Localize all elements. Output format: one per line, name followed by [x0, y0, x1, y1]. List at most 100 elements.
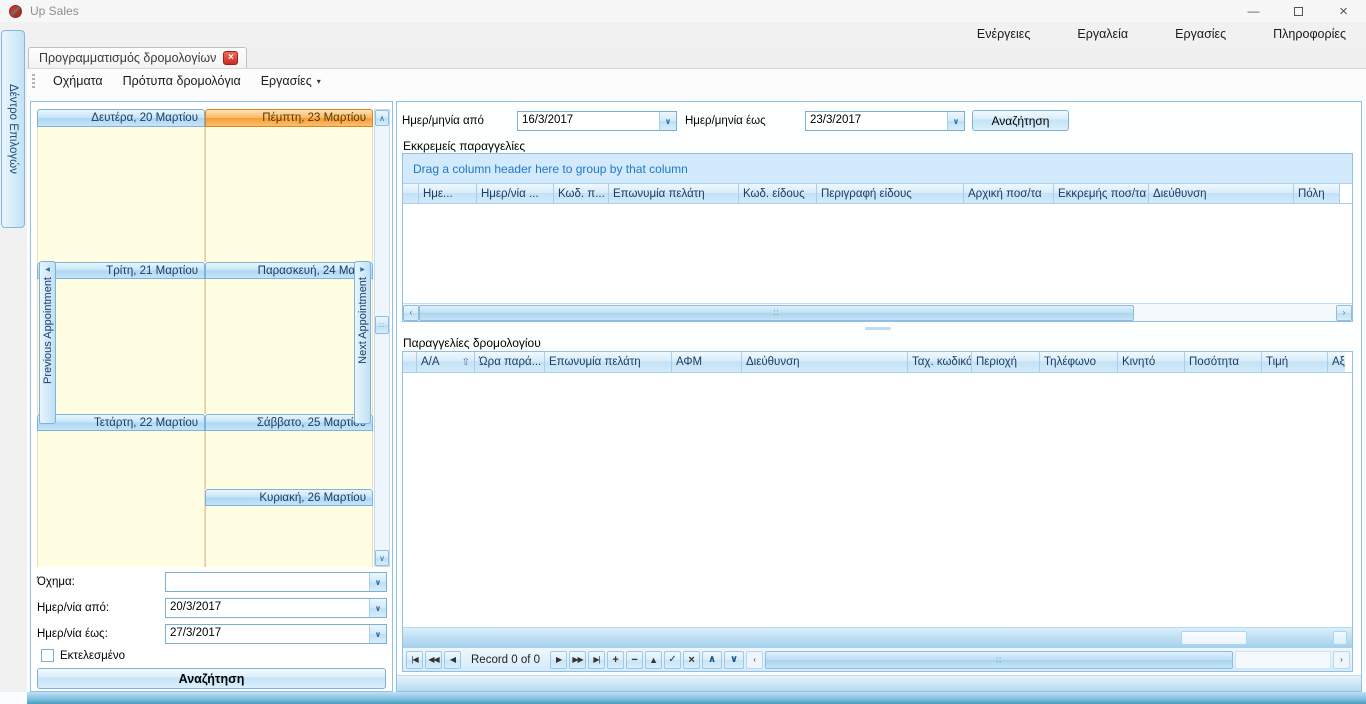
- nav-edit-button[interactable]: ▲: [645, 651, 662, 669]
- column-header-mobile[interactable]: Κινητό: [1118, 352, 1185, 372]
- toolbar-vehicles[interactable]: Οχήματα: [43, 74, 113, 88]
- menu-tasks[interactable]: Εργασίες: [1175, 27, 1226, 41]
- toolbar-route-templates[interactable]: Πρότυπα δρομολόγια: [113, 74, 251, 88]
- route-grid-hscrollbar[interactable]: [403, 627, 1352, 647]
- nav-post-button[interactable]: ✓: [664, 651, 681, 669]
- search-button-right[interactable]: Αναζήτηση: [972, 110, 1069, 131]
- previous-appointment-tab[interactable]: ◀ Previous Appointment: [39, 261, 56, 424]
- day-cell-tuesday-21[interactable]: [37, 279, 205, 414]
- next-appointment-tab[interactable]: ▶ Next Appointment: [354, 261, 371, 424]
- column-header-price[interactable]: Τιμή: [1262, 352, 1328, 372]
- day-cell-wednesday-22[interactable]: [37, 431, 205, 567]
- column-header-date-delivery[interactable]: Ημερ/νία ...: [477, 184, 554, 203]
- column-header-quantity[interactable]: Ποσότητα: [1185, 352, 1262, 372]
- previous-appointment-icon: ◀: [45, 266, 50, 273]
- hscroll-thumb[interactable]: ::: [765, 651, 1233, 669]
- column-header-customer-name[interactable]: Επωνυμία πελάτη: [545, 352, 672, 372]
- splitter-grip-icon[interactable]: ::: [375, 316, 389, 334]
- scroll-up-icon[interactable]: ∧: [375, 110, 389, 126]
- menu-actions[interactable]: Ενέργειες: [977, 27, 1030, 41]
- day-header-tuesday-21[interactable]: Τρίτη, 21 Μαρτίου: [37, 262, 205, 279]
- orders-date-from-select[interactable]: 16/3/2017 ∨: [517, 111, 677, 131]
- pending-grid-hscrollbar[interactable]: ‹ :: ›: [403, 303, 1352, 321]
- scroll-down-icon[interactable]: ∨: [375, 550, 389, 566]
- column-header-item-description[interactable]: Περιγραφή είδους: [817, 184, 964, 203]
- column-header-city[interactable]: Πόλη: [1294, 184, 1340, 203]
- hscroll-corner: [1333, 631, 1347, 645]
- day-cell-thursday-23[interactable]: [205, 127, 373, 262]
- column-header-vat-number[interactable]: ΑΦΜ: [672, 352, 742, 372]
- menu-tools[interactable]: Εργαλεία: [1077, 27, 1128, 41]
- executed-checkbox[interactable]: [41, 649, 54, 662]
- nav-cancel-button[interactable]: ×: [683, 651, 700, 669]
- vehicle-select[interactable]: ∨: [165, 572, 387, 592]
- chevron-down-icon[interactable]: ∨: [659, 112, 676, 130]
- column-header-serial[interactable]: Α/Α ⇧: [417, 352, 475, 372]
- column-header-address[interactable]: Διεύθυνση: [1149, 184, 1294, 203]
- nav-prev-page-button[interactable]: ◀◀: [425, 651, 442, 669]
- date-to-select[interactable]: 27/3/2017 ∨: [165, 624, 387, 644]
- day-cell-sunday-26[interactable]: [205, 506, 373, 567]
- hscroll-track[interactable]: [1235, 651, 1331, 669]
- nav-prev-button[interactable]: ◀: [444, 651, 461, 669]
- column-header-pending-qty[interactable]: Εκκρεμής ποσ/τα: [1054, 184, 1149, 203]
- hscroll-thumb[interactable]: ::: [419, 305, 1134, 321]
- executed-label: Εκτελεσμένο: [60, 650, 125, 662]
- toolbar-grip-icon[interactable]: [32, 74, 35, 88]
- nav-delete-button[interactable]: −: [626, 651, 643, 669]
- nav-next-page-button[interactable]: ▶▶: [569, 651, 586, 669]
- row-indicator-header: [403, 352, 417, 372]
- hscroll-thumb[interactable]: [1181, 631, 1247, 645]
- scroll-left-icon[interactable]: ‹: [403, 305, 419, 321]
- column-header-postal-code[interactable]: Ταχ. κωδικός: [908, 352, 972, 372]
- group-by-bar[interactable]: Drag a column header here to group by th…: [403, 154, 1352, 184]
- day-header-sunday-26[interactable]: Κυριακή, 26 Μαρτίου: [205, 489, 373, 506]
- grid-splitter[interactable]: [402, 325, 1353, 331]
- column-header-customer-code[interactable]: Κωδ. π...: [554, 184, 609, 203]
- column-header-item-code[interactable]: Κωδ. είδους: [739, 184, 817, 203]
- orders-date-to-select[interactable]: 23/3/2017 ∨: [805, 111, 965, 131]
- column-header-customer-name[interactable]: Επωνυμία πελάτη: [609, 184, 739, 203]
- app-icon: [9, 5, 22, 18]
- calendar-scrollbar[interactable]: ∧ :: ∨: [374, 109, 390, 567]
- toolbar-tasks[interactable]: Εργασίες ▾: [251, 74, 331, 88]
- column-header-date[interactable]: Ημε...: [419, 184, 477, 203]
- nav-append-button[interactable]: +: [607, 651, 624, 669]
- options-tree-tab[interactable]: Δέντρο Επιλογών: [1, 30, 25, 228]
- day-cell-monday-20[interactable]: [37, 127, 205, 262]
- tab-close-icon[interactable]: ×: [223, 51, 238, 65]
- minimize-button[interactable]: —: [1231, 0, 1276, 22]
- nav-next-button[interactable]: ▶: [550, 651, 567, 669]
- column-header-value[interactable]: Αξ: [1328, 352, 1345, 372]
- day-header-wednesday-22[interactable]: Τετάρτη, 22 Μαρτίου: [37, 414, 205, 431]
- day-header-thursday-23-selected[interactable]: Πέμπτη, 23 Μαρτίου: [205, 109, 373, 127]
- chevron-down-icon[interactable]: ∨: [369, 573, 386, 591]
- close-button[interactable]: ×: [1321, 0, 1366, 22]
- column-header-area[interactable]: Περιοχή: [972, 352, 1040, 372]
- day-header-saturday-25[interactable]: Σάββατο, 25 Μαρτίου: [205, 414, 373, 431]
- day-cell-saturday-25[interactable]: [205, 431, 373, 489]
- chevron-down-icon[interactable]: ∨: [369, 599, 386, 617]
- date-from-select[interactable]: 20/3/2017 ∨: [165, 598, 387, 618]
- chevron-down-icon[interactable]: ∨: [947, 112, 964, 130]
- week-calendar: Δευτέρα, 20 Μαρτίου Τρίτη, 21 Μαρτίου Τε…: [37, 109, 373, 567]
- chevron-down-icon[interactable]: ∨: [369, 625, 386, 643]
- scroll-right-icon[interactable]: ›: [1336, 305, 1352, 321]
- nav-move-down-button[interactable]: ∨: [724, 651, 744, 669]
- day-header-friday-24[interactable]: Παρασκευή, 24 Μαρτ: [205, 262, 373, 279]
- tab-route-scheduling[interactable]: Προγραμματισμός δρομολογίων ×: [28, 47, 247, 68]
- nav-move-up-button[interactable]: ∧: [702, 651, 722, 669]
- search-button-left[interactable]: Αναζήτηση: [37, 668, 386, 689]
- column-header-address[interactable]: Διεύθυνση: [742, 352, 908, 372]
- scroll-left-icon[interactable]: ‹: [746, 651, 763, 669]
- menu-information[interactable]: Πληροφορίες: [1273, 27, 1346, 41]
- column-header-initial-qty[interactable]: Αρχική ποσ/τα: [964, 184, 1054, 203]
- day-header-monday-20[interactable]: Δευτέρα, 20 Μαρτίου: [37, 109, 205, 127]
- day-cell-friday-24[interactable]: [205, 279, 373, 414]
- column-header-phone[interactable]: Τηλέφωνο: [1040, 352, 1118, 372]
- maximize-button[interactable]: [1276, 0, 1321, 22]
- nav-first-button[interactable]: |◀: [406, 651, 423, 669]
- column-header-delivery-time[interactable]: Ώρα παρά...: [475, 352, 545, 372]
- nav-last-button[interactable]: ▶|: [588, 651, 605, 669]
- scroll-right-icon[interactable]: ›: [1333, 651, 1350, 669]
